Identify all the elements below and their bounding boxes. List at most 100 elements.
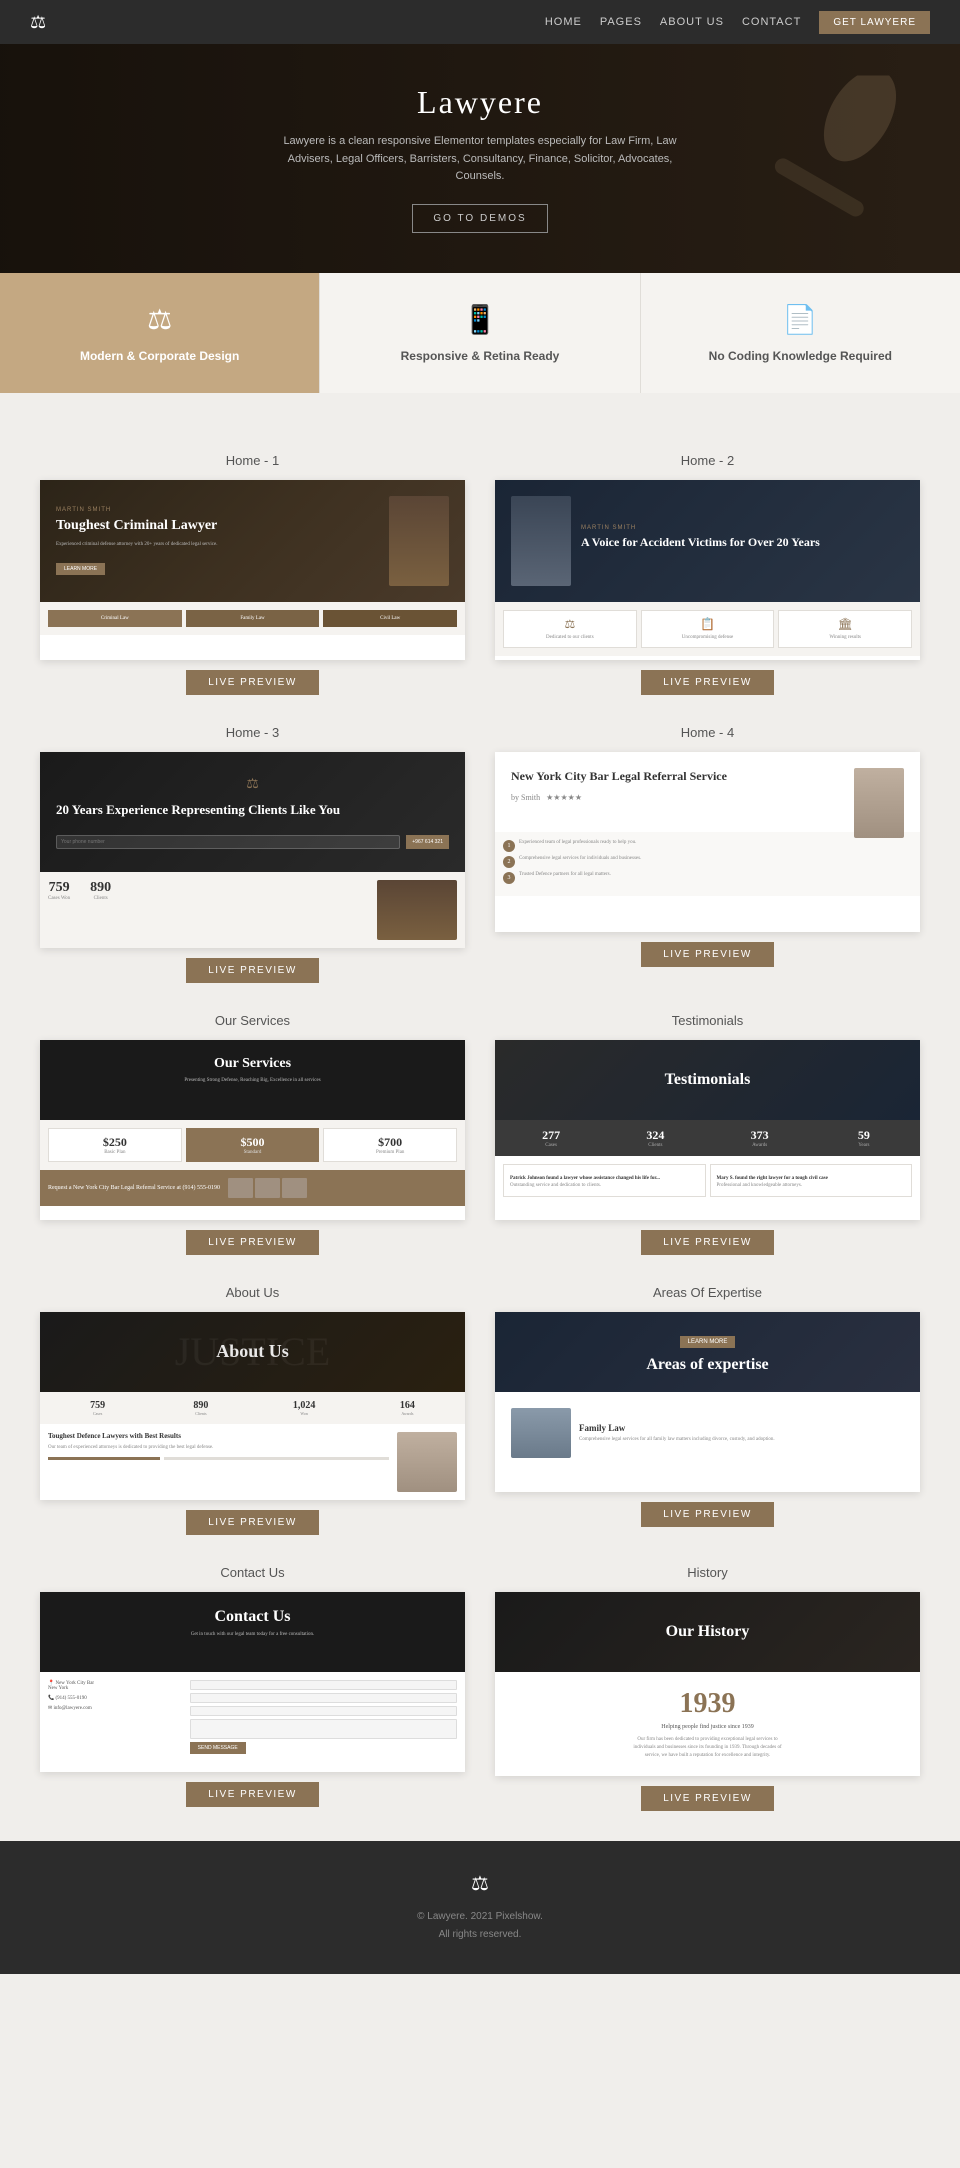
preview-person-home-3 xyxy=(377,880,457,940)
feature-icon-modern: ⚖ xyxy=(20,303,299,337)
nav-logo-icon: ⚖ xyxy=(30,12,46,33)
referral-img-2 xyxy=(255,1178,280,1198)
preview-learn-more-home-1[interactable]: LEARN MORE xyxy=(56,563,105,575)
live-preview-btn-home-1[interactable]: LIVE PREVIEW xyxy=(186,670,319,695)
preview-cards-home-1: Criminal Law Family Law Civil Law xyxy=(40,602,465,635)
contact-message-field[interactable] xyxy=(190,1719,457,1739)
expertise-law-title: Family Law xyxy=(579,1423,775,1433)
preview-person-home-4 xyxy=(854,768,904,838)
preview-bottom-about: Toughest Defence Lawyers with Best Resul… xyxy=(40,1424,465,1500)
preview-contact-btn[interactable]: +967 614 321 xyxy=(406,835,449,849)
preview-stats-about: 759Cases 890Clients 1,024Won 164Awards xyxy=(40,1392,465,1424)
footer-copyright: © Lawyere. 2021 Pixelshow. All rights re… xyxy=(20,1908,940,1944)
testimonial-2-text: Professional and knowledgeable attorneys… xyxy=(717,1182,906,1190)
nav-links: HOME PAGES ABOUT US CONTACT GET LAWYERE xyxy=(545,11,930,34)
referral-text: Request a New York City Bar Legal Referr… xyxy=(48,1185,220,1191)
history-desc: Our firm has been dedicated to providing… xyxy=(633,1736,783,1760)
card-text-3: Civil Law xyxy=(329,616,451,621)
nav-link-contact[interactable]: CONTACT xyxy=(742,16,801,28)
demo-preview-about[interactable]: JUSTICE About Us 759Cases 890Clients 1,0… xyxy=(40,1312,465,1500)
hero-section: Lawyere Lawyere is a clean responsive El… xyxy=(0,44,960,273)
live-preview-btn-home-4[interactable]: LIVE PREVIEW xyxy=(641,942,774,967)
preview-text-home-1: Experienced criminal defense attorney wi… xyxy=(56,541,379,549)
live-preview-btn-history[interactable]: LIVE PREVIEW xyxy=(641,1786,774,1811)
price-3-desc: Premium Plan xyxy=(330,1150,450,1155)
features-section: ⚖ Modern & Corporate Design 📱 Responsive… xyxy=(0,273,960,393)
demo-item-home-2: Home - 2 Martin Smith A Voice for Accide… xyxy=(495,453,920,695)
demo-item-services: Our Services Our Services Presenting Str… xyxy=(40,1013,465,1255)
demo-preview-home-4[interactable]: New York City Bar Legal Referral Service… xyxy=(495,752,920,932)
demo-preview-history[interactable]: Our History 1939 Helping people find jus… xyxy=(495,1592,920,1776)
live-preview-btn-home-3[interactable]: LIVE PREVIEW xyxy=(186,958,319,983)
preview-img-home-2 xyxy=(511,496,571,586)
preview-title-history: Our History xyxy=(666,1623,750,1641)
expertise-law-desc: Comprehensive legal services for all fam… xyxy=(579,1437,775,1442)
demo-label-services: Our Services xyxy=(215,1013,290,1028)
demo-label-contact: Contact Us xyxy=(220,1565,284,1580)
live-preview-btn-testimonials[interactable]: LIVE PREVIEW xyxy=(641,1230,774,1255)
preview-year-history: 1939 Helping people find justice since 1… xyxy=(495,1672,920,1776)
live-preview-btn-services[interactable]: LIVE PREVIEW xyxy=(186,1230,319,1255)
demo-item-about: About Us JUSTICE About Us 759Cases 890Cl… xyxy=(40,1285,465,1535)
contact-phone: 📞 (914) 555-0190 xyxy=(48,1695,182,1701)
demo-label-history: History xyxy=(687,1565,727,1580)
card-text-1: Criminal Law xyxy=(54,616,176,621)
demo-preview-home-1[interactable]: Martin Smith Toughest Criminal Lawyer Ex… xyxy=(40,480,465,660)
live-preview-btn-about[interactable]: LIVE PREVIEW xyxy=(186,1510,319,1535)
service-1: Dedicated to our clients xyxy=(510,634,630,641)
contact-email-field[interactable] xyxy=(190,1693,457,1703)
feature-title-responsive: Responsive & Retina Ready xyxy=(340,349,619,363)
demo-preview-home-2[interactable]: Martin Smith A Voice for Accident Victim… xyxy=(495,480,920,660)
expertise-learn-btn[interactable]: LEARN MORE xyxy=(680,1336,736,1348)
service-3: Winning results xyxy=(785,634,905,641)
demo-item-contact: Contact Us Contact Us Get in touch with … xyxy=(40,1565,465,1811)
about-tagline: Toughest Defence Lawyers with Best Resul… xyxy=(48,1432,389,1440)
demo-item-history: History Our History 1939 Helping people … xyxy=(495,1565,920,1811)
demo-preview-testimonials[interactable]: Testimonials 277Cases 324Clients 373Awar… xyxy=(495,1040,920,1220)
card-text-2: Family Law xyxy=(192,616,314,621)
demo-preview-expertise[interactable]: LEARN MORE Areas of expertise Family Law… xyxy=(495,1312,920,1492)
live-preview-btn-home-2[interactable]: LIVE PREVIEW xyxy=(641,670,774,695)
nav-link-about[interactable]: ABOUT US xyxy=(660,16,724,28)
nav-link-home[interactable]: HOME xyxy=(545,16,582,28)
about-desc: Our team of experienced attorneys is ded… xyxy=(48,1444,389,1452)
preview-title-home-2: A Voice for Accident Victims for Over 20… xyxy=(581,535,820,551)
feature-icon-responsive: 📱 xyxy=(340,303,619,337)
demo-item-home-3: Home - 3 ⚖ 20 Years Experience Represent… xyxy=(40,725,465,983)
contact-phone-field[interactable] xyxy=(190,1706,457,1716)
demo-item-testimonials: Testimonials Testimonials 277Cases 324Cl… xyxy=(495,1013,920,1255)
preview-tag-home-1: Martin Smith xyxy=(56,507,379,513)
demo-section: Home - 1 Martin Smith Toughest Criminal … xyxy=(0,433,960,1841)
live-preview-btn-expertise[interactable]: LIVE PREVIEW xyxy=(641,1502,774,1527)
referral-img-3 xyxy=(282,1178,307,1198)
feature-card-modern: ⚖ Modern & Corporate Design xyxy=(0,273,320,393)
contact-address: 📍 New York City BarNew York xyxy=(48,1680,182,1691)
feature-title-nocoding: No Coding Knowledge Required xyxy=(661,349,940,363)
contact-submit-button[interactable]: SEND MESSAGE xyxy=(190,1742,246,1754)
contact-name-field[interactable] xyxy=(190,1680,457,1690)
preview-subtitle-contact: Get in touch with our legal team today f… xyxy=(56,1632,449,1637)
demo-preview-contact[interactable]: Contact Us Get in touch with our legal t… xyxy=(40,1592,465,1772)
price-1-desc: Basic Plan xyxy=(55,1150,175,1155)
preview-phone-input[interactable] xyxy=(56,835,400,849)
nav-link-pages[interactable]: PAGES xyxy=(600,16,642,28)
referral-img-1 xyxy=(228,1178,253,1198)
preview-title-expertise: Areas of expertise xyxy=(646,1356,768,1374)
nav-logo: ⚖ xyxy=(30,12,46,33)
demo-item-expertise: Areas Of Expertise LEARN MORE Areas of e… xyxy=(495,1285,920,1535)
preview-title-services: Our Services xyxy=(56,1056,449,1072)
demo-preview-services[interactable]: Our Services Presenting Strong Defense, … xyxy=(40,1040,465,1220)
hero-cta-button[interactable]: GO TO DEMOS xyxy=(412,204,547,233)
demo-label-testimonials: Testimonials xyxy=(672,1013,744,1028)
demo-preview-home-3[interactable]: ⚖ 20 Years Experience Representing Clien… xyxy=(40,752,465,948)
preview-referral-services: Request a New York City Bar Legal Referr… xyxy=(40,1170,465,1206)
preview-title-home-1: Toughest Criminal Lawyer xyxy=(56,517,379,535)
preview-title-about: About Us xyxy=(216,1341,289,1362)
preview-person-home-1 xyxy=(389,496,449,586)
demo-label-home-2: Home - 2 xyxy=(681,453,734,468)
nav-cta-button[interactable]: GET LAWYERE xyxy=(819,11,930,34)
preview-title-contact: Contact Us xyxy=(56,1608,449,1626)
demo-item-home-4: Home - 4 New York City Bar Legal Referra… xyxy=(495,725,920,983)
live-preview-btn-contact[interactable]: LIVE PREVIEW xyxy=(186,1782,319,1807)
hero-title: Lawyere xyxy=(280,84,680,121)
